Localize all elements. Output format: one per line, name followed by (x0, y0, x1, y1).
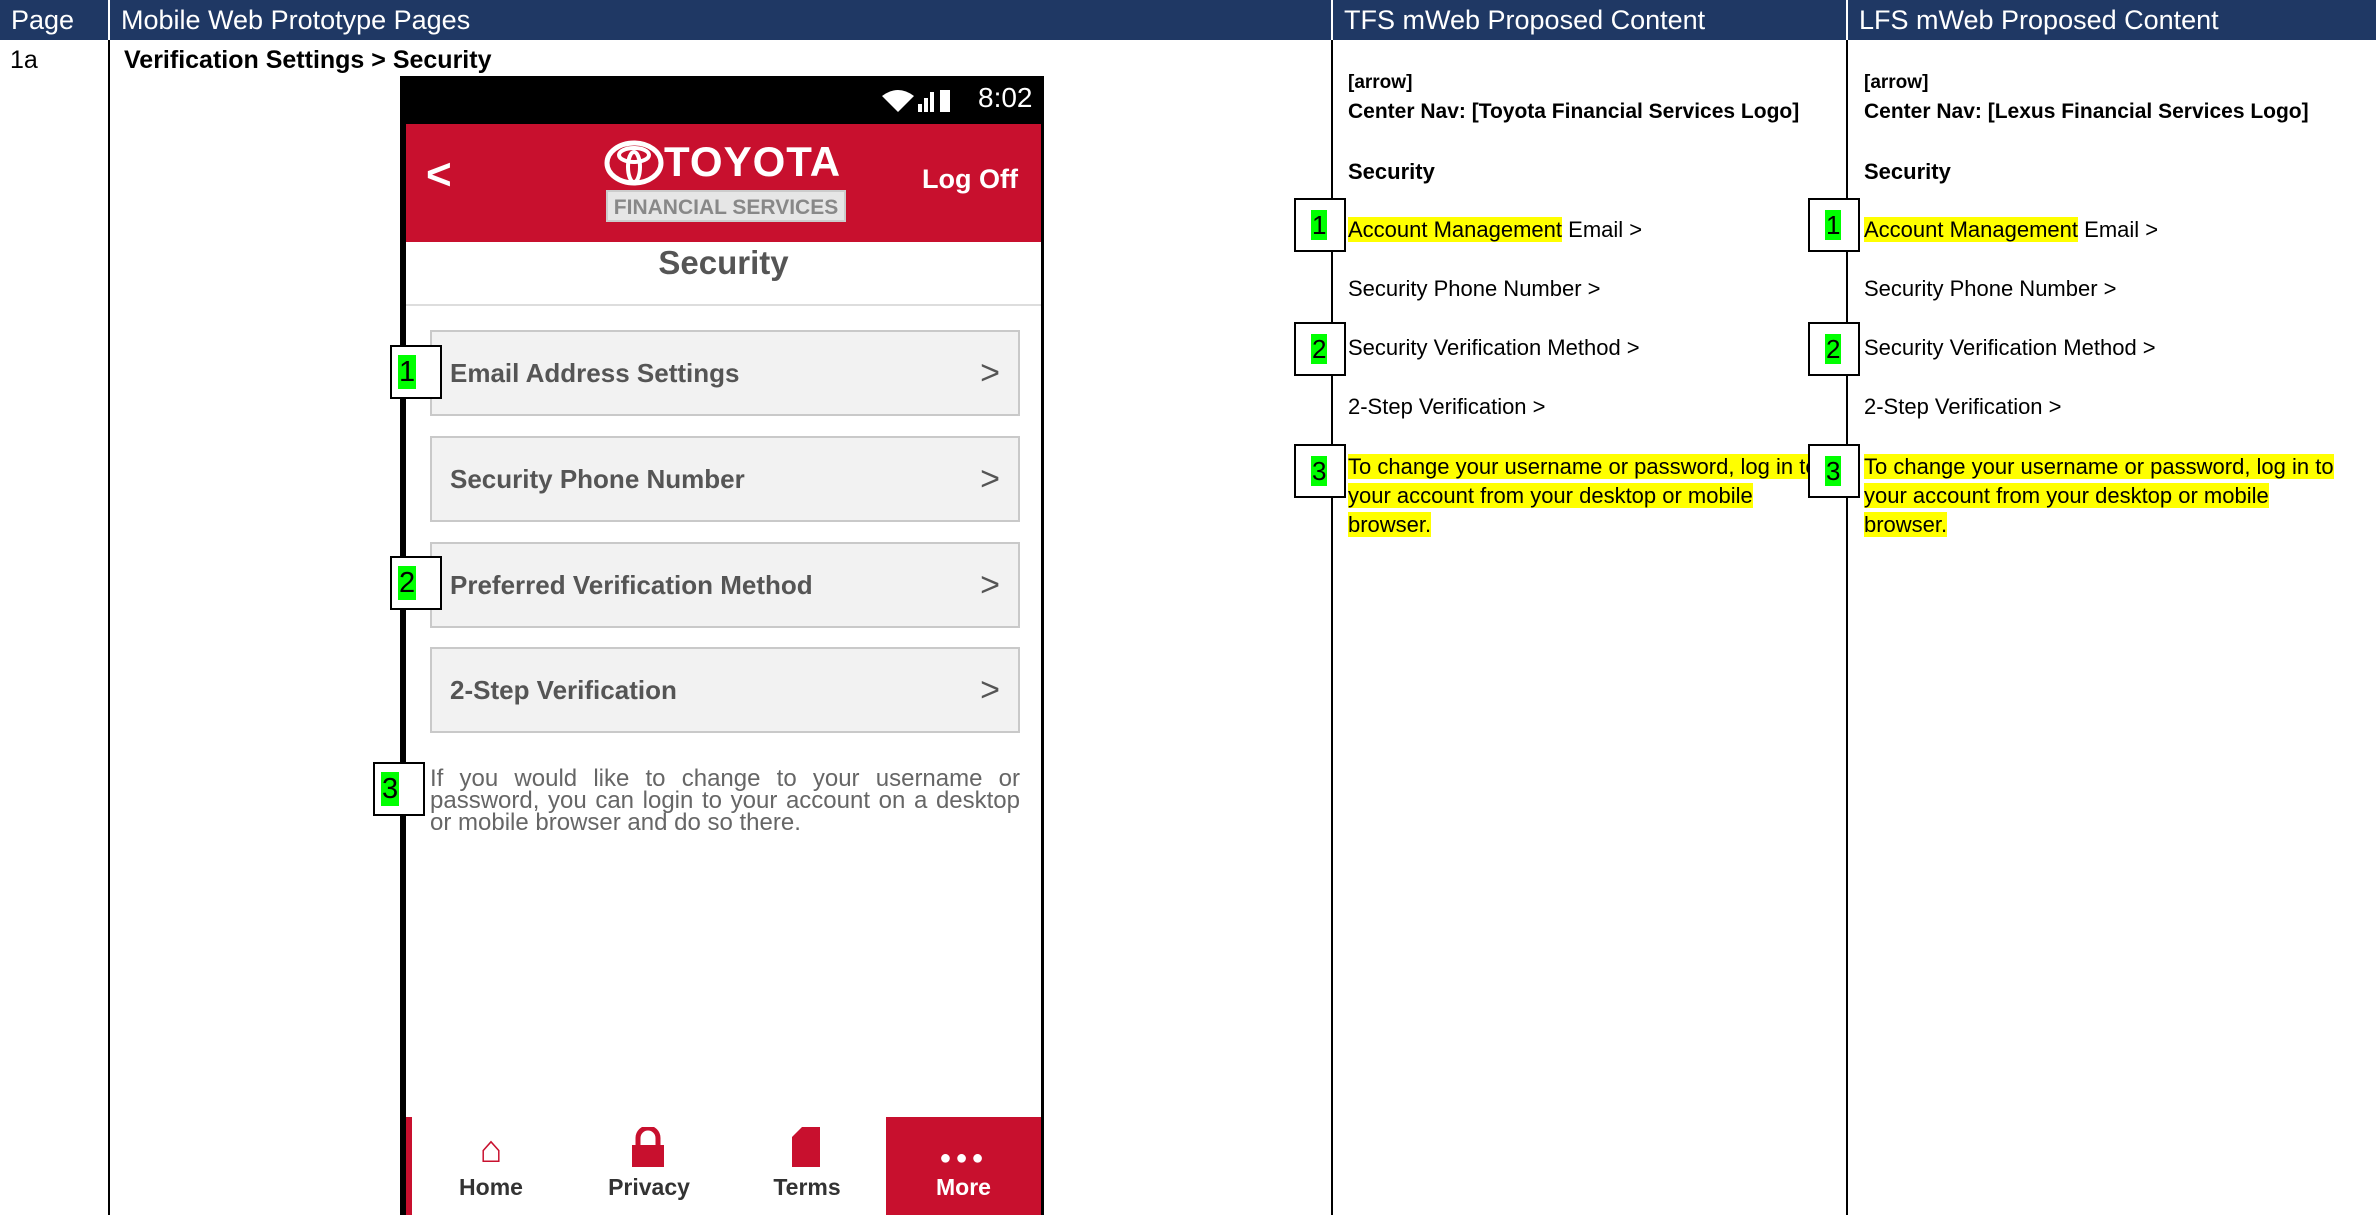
annotation-marker: 1 (390, 345, 442, 399)
tab-privacy[interactable]: Privacy (570, 1117, 728, 1215)
lfs-item-4: 2-Step Verification > (1864, 394, 2062, 419)
bottom-nav: ⌂ Home Privacy Terms ●●● More (406, 1117, 1041, 1215)
annotation-marker: 3 (1808, 444, 1860, 498)
annotation-marker: 3 (1294, 444, 1346, 498)
header-tfs: TFS mWeb Proposed Content (1333, 0, 1848, 40)
tfs-note: To change your username or password, log… (1348, 454, 1818, 537)
tfs-center-nav: Center Nav: [Toyota Financial Services L… (1348, 100, 1800, 123)
lfs-item-2: Security Phone Number > (1864, 276, 2117, 301)
status-bar: 8:02 (406, 76, 1041, 124)
lfs-note: To change your username or password, log… (1864, 454, 2334, 537)
annotation-marker: 1 (1294, 198, 1346, 252)
document-icon (792, 1127, 820, 1167)
log-off-button[interactable]: Log Off (922, 164, 1018, 195)
menu-verification-method[interactable]: Preferred Verification Method > (430, 542, 1020, 628)
lfs-item-1: Account Management Email > (1864, 217, 2159, 242)
more-dots-icon: ●●● (939, 1147, 988, 1169)
menu-2-step[interactable]: 2-Step Verification > (430, 647, 1020, 733)
title-divider (406, 304, 1041, 306)
lfs-arrow: [arrow] (1864, 72, 1929, 93)
tab-terms[interactable]: Terms (728, 1117, 886, 1215)
header-divider (1846, 0, 1848, 40)
header-divider (108, 0, 110, 40)
header-lfs: LFS mWeb Proposed Content (1848, 0, 2376, 40)
brand-logo: TOYOTA (664, 138, 842, 185)
tab-more[interactable]: ●●● More (886, 1117, 1041, 1215)
annotation-marker: 2 (1808, 322, 1860, 376)
header-page: Page (0, 0, 110, 40)
app-header: < TOYOTA FINANCIAL SERVICES Log Off (406, 124, 1041, 242)
chevron-right-icon: > (980, 671, 1000, 709)
tfs-arrow: [arrow] (1348, 72, 1413, 93)
chevron-right-icon: > (980, 354, 1000, 392)
screen-title: Security (658, 244, 789, 281)
tab-home[interactable]: ⌂ Home (412, 1117, 570, 1215)
lfs-item-3: Security Verification Method > (1864, 335, 2156, 360)
back-button[interactable]: < (426, 150, 452, 200)
tfs-item-3: Security Verification Method > (1348, 335, 1640, 360)
chevron-right-icon: > (980, 460, 1000, 498)
lock-icon (632, 1127, 664, 1167)
menu-email-settings[interactable]: Email Address Settings > (430, 330, 1020, 416)
status-time: 8:02 (978, 82, 1033, 113)
security-note: If you would like to change to your user… (430, 765, 1020, 836)
page-id: 1a (10, 46, 38, 74)
toyota-emblem-icon (604, 140, 664, 186)
lfs-title: Security (1864, 159, 1951, 184)
tfs-item-1: Account Management Email > (1348, 217, 1643, 242)
brand-sub: FINANCIAL SERVICES (606, 190, 846, 222)
annotation-marker: 1 (1808, 198, 1860, 252)
menu-security-phone[interactable]: Security Phone Number > (430, 436, 1020, 522)
annotation-marker: 2 (1294, 322, 1346, 376)
page-title: Verification Settings > Security (124, 46, 492, 74)
header-divider (1331, 0, 1333, 40)
header-prototype: Mobile Web Prototype Pages (110, 0, 1333, 40)
tfs-title: Security (1348, 159, 1435, 184)
status-icons (882, 90, 950, 112)
tfs-item-4: 2-Step Verification > (1348, 394, 1546, 419)
chevron-right-icon: > (980, 566, 1000, 604)
home-icon: ⌂ (479, 1129, 503, 1171)
tfs-item-2: Security Phone Number > (1348, 276, 1601, 301)
lfs-center-nav: Center Nav: [Lexus Financial Services Lo… (1864, 100, 2309, 123)
annotation-marker: 2 (390, 556, 442, 610)
annotation-marker: 3 (373, 762, 425, 816)
column-divider (108, 40, 110, 1215)
